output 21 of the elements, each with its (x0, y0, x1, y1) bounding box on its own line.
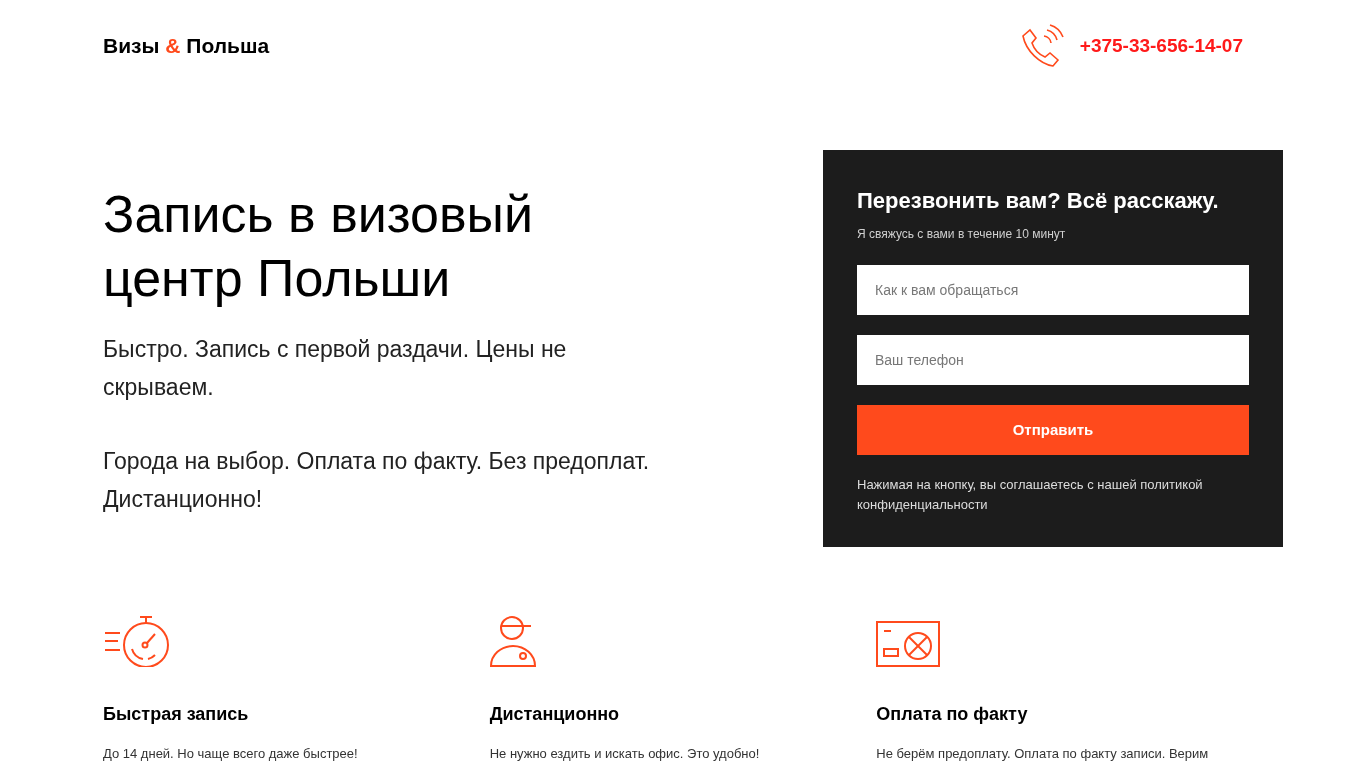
text-input-field[interactable]: Ваш телефон (857, 335, 1249, 385)
feature-text: Не берём предоплату. Оплата по факту записи. Верим (876, 745, 1210, 763)
feature-title: Оплата по факту (876, 703, 1029, 726)
stopwatch-icon (103, 615, 169, 667)
feature-text: Не нужно ездить и искать офис. Это удобно! (489, 745, 761, 763)
feature-title: Быстрая запись (103, 703, 250, 726)
hero-title: Запись в визовый центр Польши (103, 184, 535, 309)
form-subtitle: Я свяжусь с вами в течение 10 минут (857, 226, 1067, 243)
hero-paragraph: Города на выбор. Оплата по факту. Без предоплат. Дистанционно! (103, 447, 651, 514)
person-icon (489, 615, 536, 667)
feature-title: Дистанционно (489, 703, 621, 726)
privacy-note: Нажимая на кнопку, вы соглашаетесь с нашей политикой конфиденциальности (857, 476, 1204, 514)
phone-icon (1019, 24, 1064, 68)
submit-button[interactable]: Отправить (857, 405, 1249, 455)
hero-paragraph: Быстро. Запись с первой раздачи. Цены не скрываем. (103, 335, 568, 402)
payment-card-icon (876, 621, 941, 667)
logo[interactable]: Визы & Польша (103, 30, 270, 62)
text-input-field[interactable]: Как к вам обращаться (857, 265, 1249, 315)
feature-text: До 14 дней. Но чаще всего даже быстрее! (103, 745, 359, 763)
phone-link[interactable]: +375-33-656-14-07 (1079, 31, 1243, 61)
form-title: Перезвонить вам? Всё расскажу. (857, 187, 1220, 215)
